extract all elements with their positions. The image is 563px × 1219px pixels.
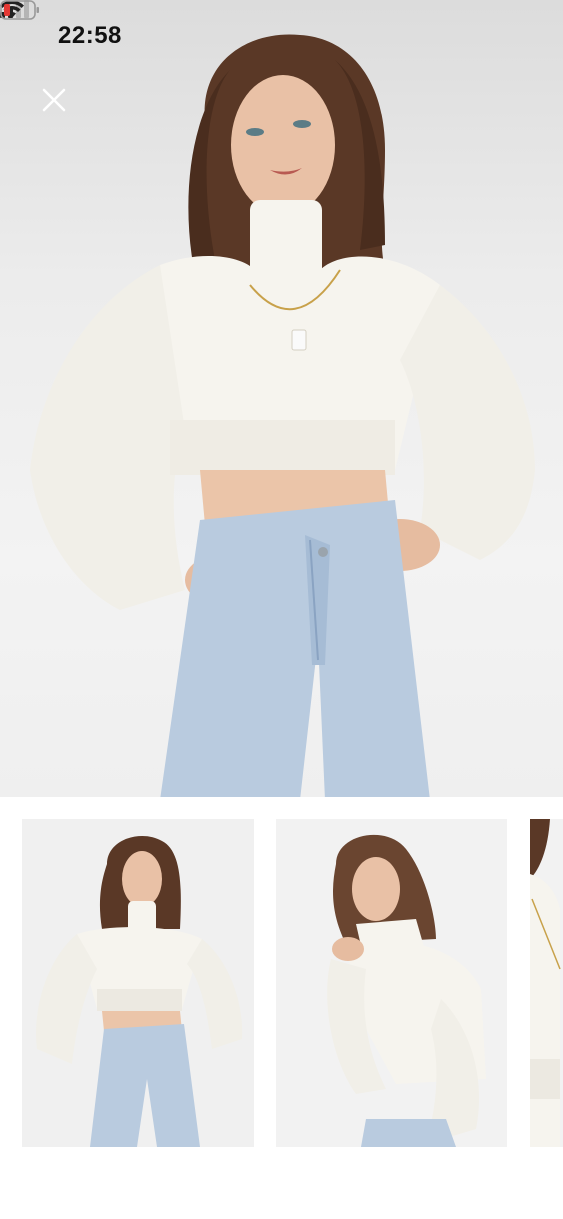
thumbnail-1[interactable]	[22, 819, 254, 1147]
thumbnail-photo	[530, 819, 563, 1147]
status-time: 22:58	[58, 22, 122, 49]
thumbnail-photo	[22, 819, 254, 1147]
thumbnail-photo	[276, 819, 507, 1147]
status-bar: 22:58	[0, 0, 563, 76]
close-icon	[42, 88, 66, 112]
main-product-photo[interactable]: 22:58	[0, 0, 563, 797]
thumbnail-strip[interactable]	[0, 797, 563, 1219]
battery-low-icon	[0, 0, 39, 20]
thumbnail-2[interactable]	[276, 819, 507, 1147]
product-image-viewer: 22:58	[0, 0, 563, 1219]
thumbnail-3[interactable]	[530, 819, 563, 1147]
model-photo-illustration	[30, 34, 535, 797]
close-button[interactable]	[36, 82, 72, 118]
